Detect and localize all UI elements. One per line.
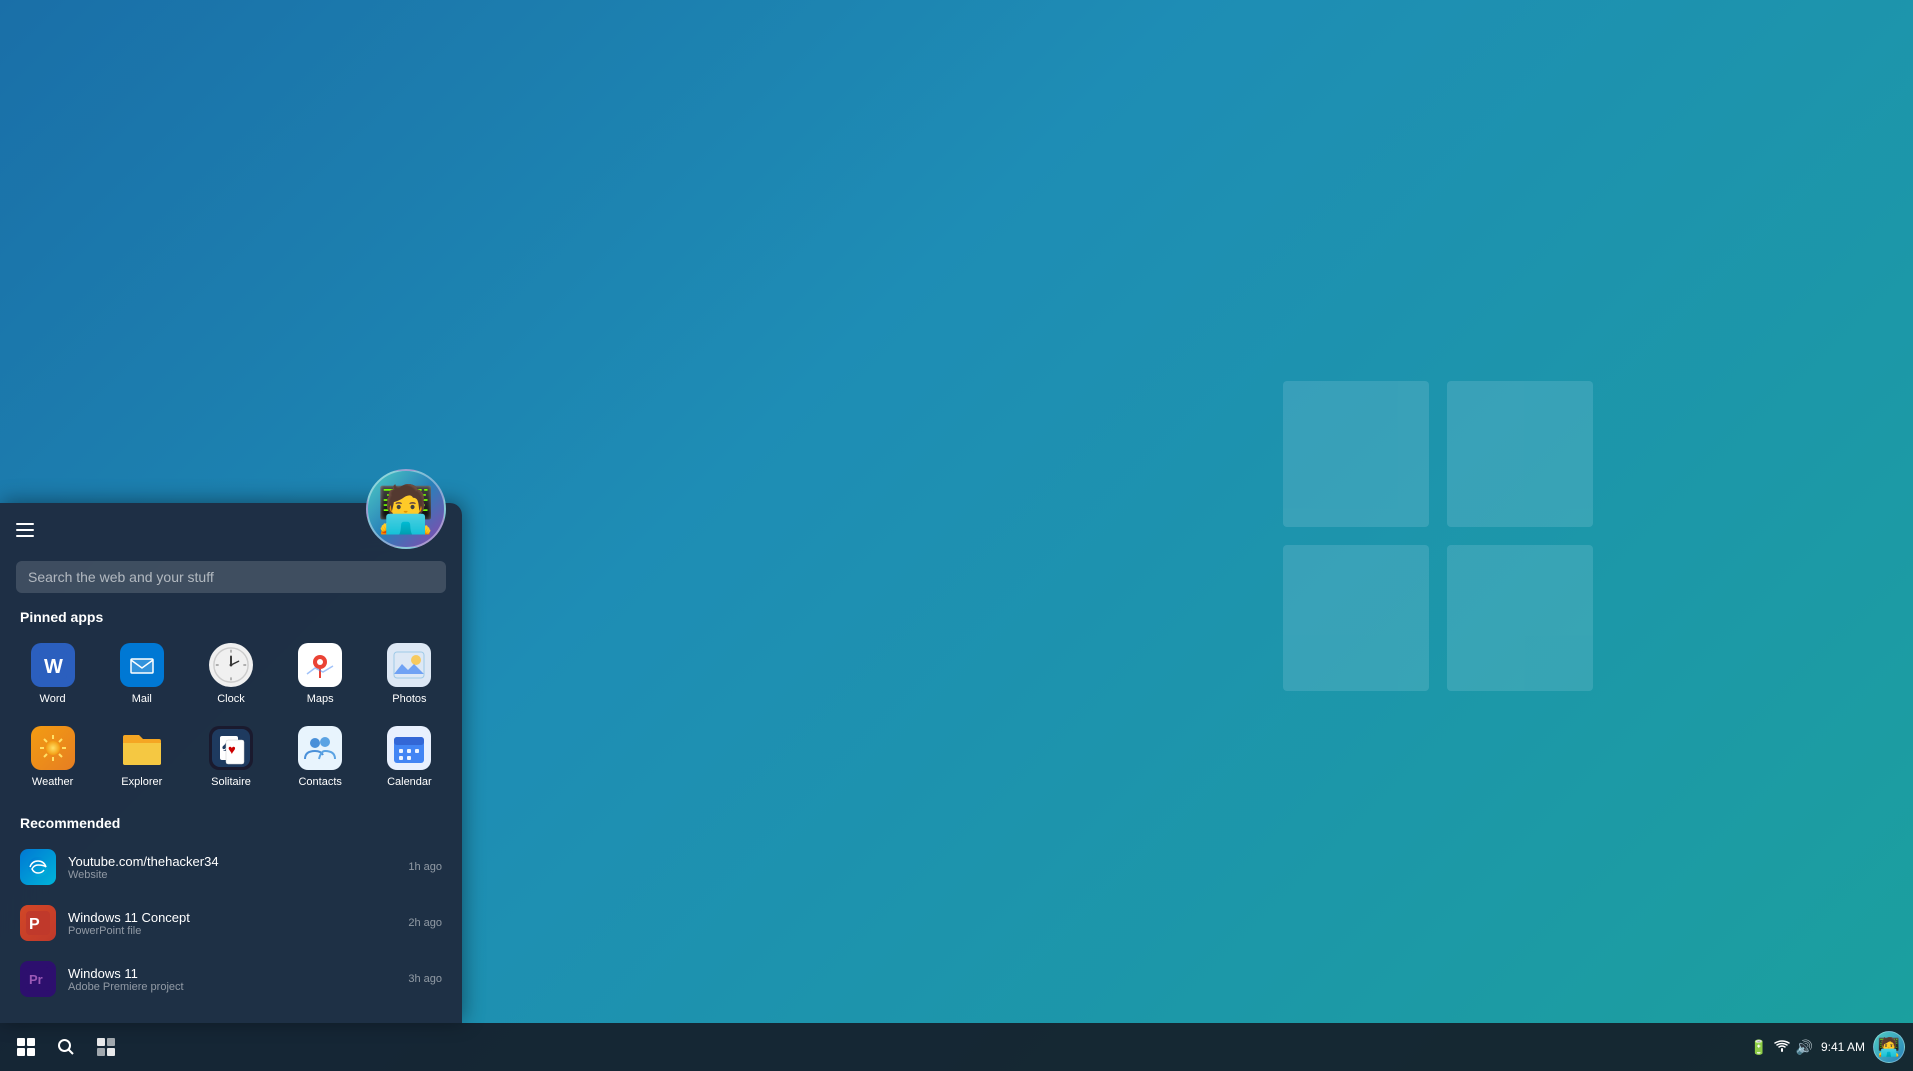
ppt-icon: P [20,905,56,941]
taskbar-right: 🔋 🔊 9:41 AM 🧑‍💻 [1750,1031,1905,1063]
desktop: 🧑‍💻 Pinned apps W Word [0,0,1913,1071]
app-contacts[interactable]: Contacts [276,716,365,799]
app-photos[interactable]: Photos [365,633,454,716]
rec-ppt[interactable]: P Windows 11 Concept PowerPoint file 2h … [12,895,450,951]
clock-label: Clock [217,693,245,706]
taskbar: 🔋 🔊 9:41 AM 🧑‍💻 [0,1023,1913,1071]
contacts-icon [298,726,342,770]
app-weather[interactable]: Weather [8,716,97,799]
edge-icon [20,849,56,885]
svg-text:Pr: Pr [29,972,43,987]
taskbar-widgets-button[interactable] [88,1029,124,1065]
wifi-svg [1774,1038,1790,1054]
explorer-label: Explorer [121,776,162,789]
volume-icon: 🔊 [1796,1039,1813,1056]
start-button[interactable] [8,1029,44,1065]
ppt-subtitle: PowerPoint file [68,925,408,937]
calendar-icon [387,726,431,770]
photos-label: Photos [392,693,426,706]
maps-icon [298,643,342,687]
taskbar-system-icons: 🔋 🔊 [1750,1038,1813,1057]
search-icon [57,1038,75,1056]
ppt-time: 2h ago [408,917,442,929]
app-calendar[interactable]: Calendar [365,716,454,799]
solitaire-label: Solitaire [211,776,251,789]
battery-icon: 🔋 [1750,1039,1767,1056]
app-explorer[interactable]: Explorer [97,716,186,799]
youtube-info: Youtube.com/thehacker34 Website [68,854,408,881]
word-icon: W [31,643,75,687]
youtube-time: 1h ago [408,861,442,873]
mail-icon [120,643,164,687]
taskbar-avatar[interactable]: 🧑‍💻 [1873,1031,1905,1063]
svg-text:W: W [44,656,63,678]
recommended-list: Youtube.com/thehacker34 Website 1h ago P… [0,839,462,1007]
pinned-apps-title: Pinned apps [0,593,462,633]
user-avatar[interactable]: 🧑‍💻 [366,469,446,549]
clock-icon [209,643,253,687]
calendar-label: Calendar [387,776,432,789]
svg-text:P: P [29,916,40,933]
search-input[interactable] [28,569,434,585]
app-clock[interactable]: Clock [186,633,275,716]
start-icon [17,1038,35,1056]
hamburger-menu-button[interactable] [16,523,34,537]
word-label: Word [40,693,66,706]
rec-youtube[interactable]: Youtube.com/thehacker34 Website 1h ago [12,839,450,895]
start-menu: 🧑‍💻 Pinned apps W Word [0,503,462,1023]
weather-label: Weather [32,776,73,789]
wifi-icon [1774,1038,1790,1057]
user-avatar-area: 🧑‍💻 [0,503,462,549]
svg-text:♥: ♥ [228,742,236,757]
ppt-title: Windows 11 Concept [68,910,408,925]
contacts-label: Contacts [298,776,341,789]
explorer-icon [120,726,164,770]
premiere-title: Windows 11 [68,966,408,981]
premiere-subtitle: Adobe Premiere project [68,981,408,993]
app-maps[interactable]: Maps [276,633,365,716]
taskbar-avatar-emoji: 🧑‍💻 [1878,1037,1900,1058]
premiere-info: Windows 11 Adobe Premiere project [68,966,408,993]
windows-logo-watermark [1283,381,1593,691]
premiere-time: 3h ago [408,973,442,985]
avatar-emoji: 🧑‍💻 [377,486,434,532]
mail-label: Mail [132,693,152,706]
time-display: 9:41 AM [1821,1039,1865,1056]
rec-premiere[interactable]: Pr Windows 11 Adobe Premiere project 3h … [12,951,450,1007]
search-bar[interactable] [16,561,446,593]
solitaire-icon: ♠ ♥ [209,726,253,770]
app-solitaire[interactable]: ♠ ♥ Solitaire [186,716,275,799]
weather-icon [31,726,75,770]
ppt-info: Windows 11 Concept PowerPoint file [68,910,408,937]
youtube-title: Youtube.com/thehacker34 [68,854,408,869]
premiere-icon: Pr [20,961,56,997]
taskbar-search-button[interactable] [48,1029,84,1065]
pinned-apps-grid: W Word Mail [0,633,462,799]
app-mail[interactable]: Mail [97,633,186,716]
app-word[interactable]: W Word [8,633,97,716]
photos-icon [387,643,431,687]
taskbar-time: 9:41 AM [1821,1039,1865,1056]
recommended-title: Recommended [0,799,462,839]
youtube-subtitle: Website [68,869,408,881]
maps-label: Maps [307,693,334,706]
widgets-icon [96,1037,116,1057]
